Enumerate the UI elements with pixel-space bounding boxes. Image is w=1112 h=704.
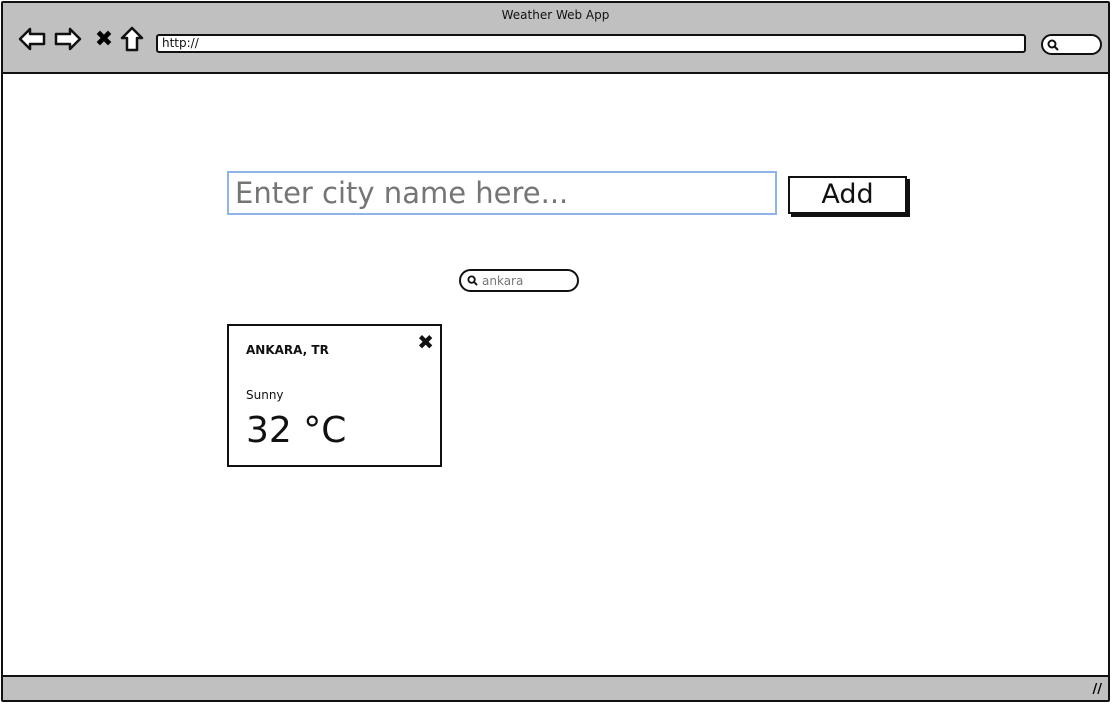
status-bar: //: [3, 675, 1108, 700]
window-title: Weather Web App: [501, 8, 610, 22]
home-icon[interactable]: [117, 25, 147, 53]
search-icon: [467, 275, 478, 286]
temperature: 32 °C: [246, 410, 347, 451]
close-icon[interactable]: ✖: [417, 330, 434, 354]
url-bar[interactable]: http://: [156, 34, 1026, 53]
browser-search[interactable]: [1041, 34, 1102, 55]
browser-toolbar: Weather Web App ✖ http://: [3, 3, 1108, 74]
weather-card: ANKARA, TR ✖ Sunny 32 °C: [227, 324, 442, 467]
forward-icon[interactable]: [53, 25, 83, 53]
resize-handle-icon[interactable]: //: [1093, 682, 1103, 697]
search-icon: [1047, 39, 1059, 51]
filter-value: ankara: [482, 273, 524, 288]
weather-condition: Sunny: [246, 388, 284, 402]
browser-window: Weather Web App ✖ http:// //: [1, 1, 1110, 702]
add-button[interactable]: Add: [788, 176, 907, 214]
city-name-input[interactable]: [227, 171, 777, 215]
stop-icon[interactable]: ✖: [89, 25, 119, 53]
back-icon[interactable]: [17, 25, 47, 53]
city-name: ANKARA, TR: [246, 343, 329, 357]
filter-search-input[interactable]: ankara: [459, 269, 579, 292]
